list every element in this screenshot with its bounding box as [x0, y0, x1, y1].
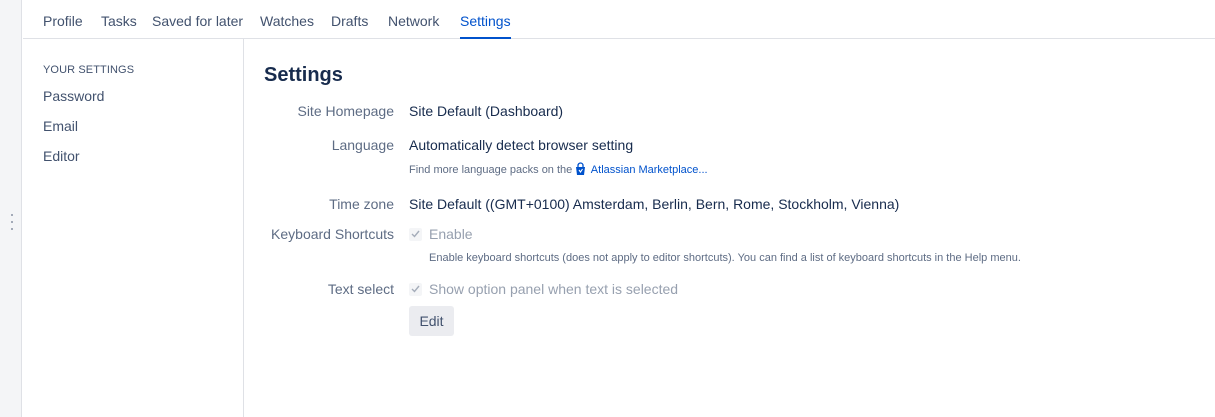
settings-panel: Settings Site Homepage Site Default (Das…: [244, 39, 1215, 417]
page-title: Settings: [264, 64, 343, 86]
atlassian-marketplace-icon: [575, 162, 586, 179]
time-zone-value: Site Default ((GMT+0100) Amsterdam, Berl…: [409, 196, 900, 212]
tab-network[interactable]: Network: [388, 13, 439, 29]
tab-saved-for-later[interactable]: Saved for later: [152, 13, 243, 29]
keyboard-shortcuts-checkbox-label: Enable: [429, 226, 473, 242]
tab-profile[interactable]: Profile: [43, 13, 83, 29]
language-hint: Find more language packs on the Atlassia…: [409, 162, 708, 179]
time-zone-label: Time zone: [329, 196, 394, 212]
language-label: Language: [331, 137, 394, 153]
sidebar-item-email[interactable]: Email: [43, 118, 78, 134]
settings-sidebar: YOUR SETTINGS Password Email Editor: [23, 39, 244, 417]
keyboard-shortcuts-description: Enable keyboard shortcuts (does not appl…: [429, 252, 1021, 264]
profile-tabs: Profile Tasks Saved for later Watches Dr…: [23, 0, 1215, 39]
sidebar-item-password[interactable]: Password: [43, 88, 104, 104]
keyboard-shortcuts-checkbox[interactable]: [409, 227, 422, 241]
text-select-label: Text select: [327, 281, 394, 297]
keyboard-shortcuts-label: Keyboard Shortcuts: [271, 226, 394, 242]
tab-settings[interactable]: Settings: [460, 13, 511, 39]
text-select-option[interactable]: Show option panel when text is selected: [409, 281, 678, 297]
language-hint-text: Find more language packs on the: [409, 164, 573, 176]
language-value: Automatically detect browser setting: [409, 137, 634, 153]
site-homepage-label: Site Homepage: [297, 103, 394, 119]
site-homepage-value: Site Default (Dashboard): [409, 103, 564, 119]
sidebar-heading: YOUR SETTINGS: [43, 64, 135, 76]
drag-handle-icon[interactable]: [10, 214, 14, 230]
tab-watches[interactable]: Watches: [260, 13, 314, 29]
tab-drafts[interactable]: Drafts: [331, 13, 368, 29]
sidebar-item-editor[interactable]: Editor: [43, 148, 80, 164]
atlassian-marketplace-link[interactable]: Atlassian Marketplace...: [591, 164, 708, 176]
left-sidebar-rail: [0, 0, 22, 417]
checkmark-icon: [411, 285, 420, 293]
text-select-checkbox-label: Show option panel when text is selected: [429, 281, 679, 297]
tab-tasks[interactable]: Tasks: [101, 13, 137, 29]
checkmark-icon: [411, 230, 420, 238]
keyboard-shortcuts-option[interactable]: Enable: [409, 226, 473, 242]
edit-button[interactable]: Edit: [409, 306, 454, 336]
text-select-checkbox[interactable]: [409, 282, 422, 296]
